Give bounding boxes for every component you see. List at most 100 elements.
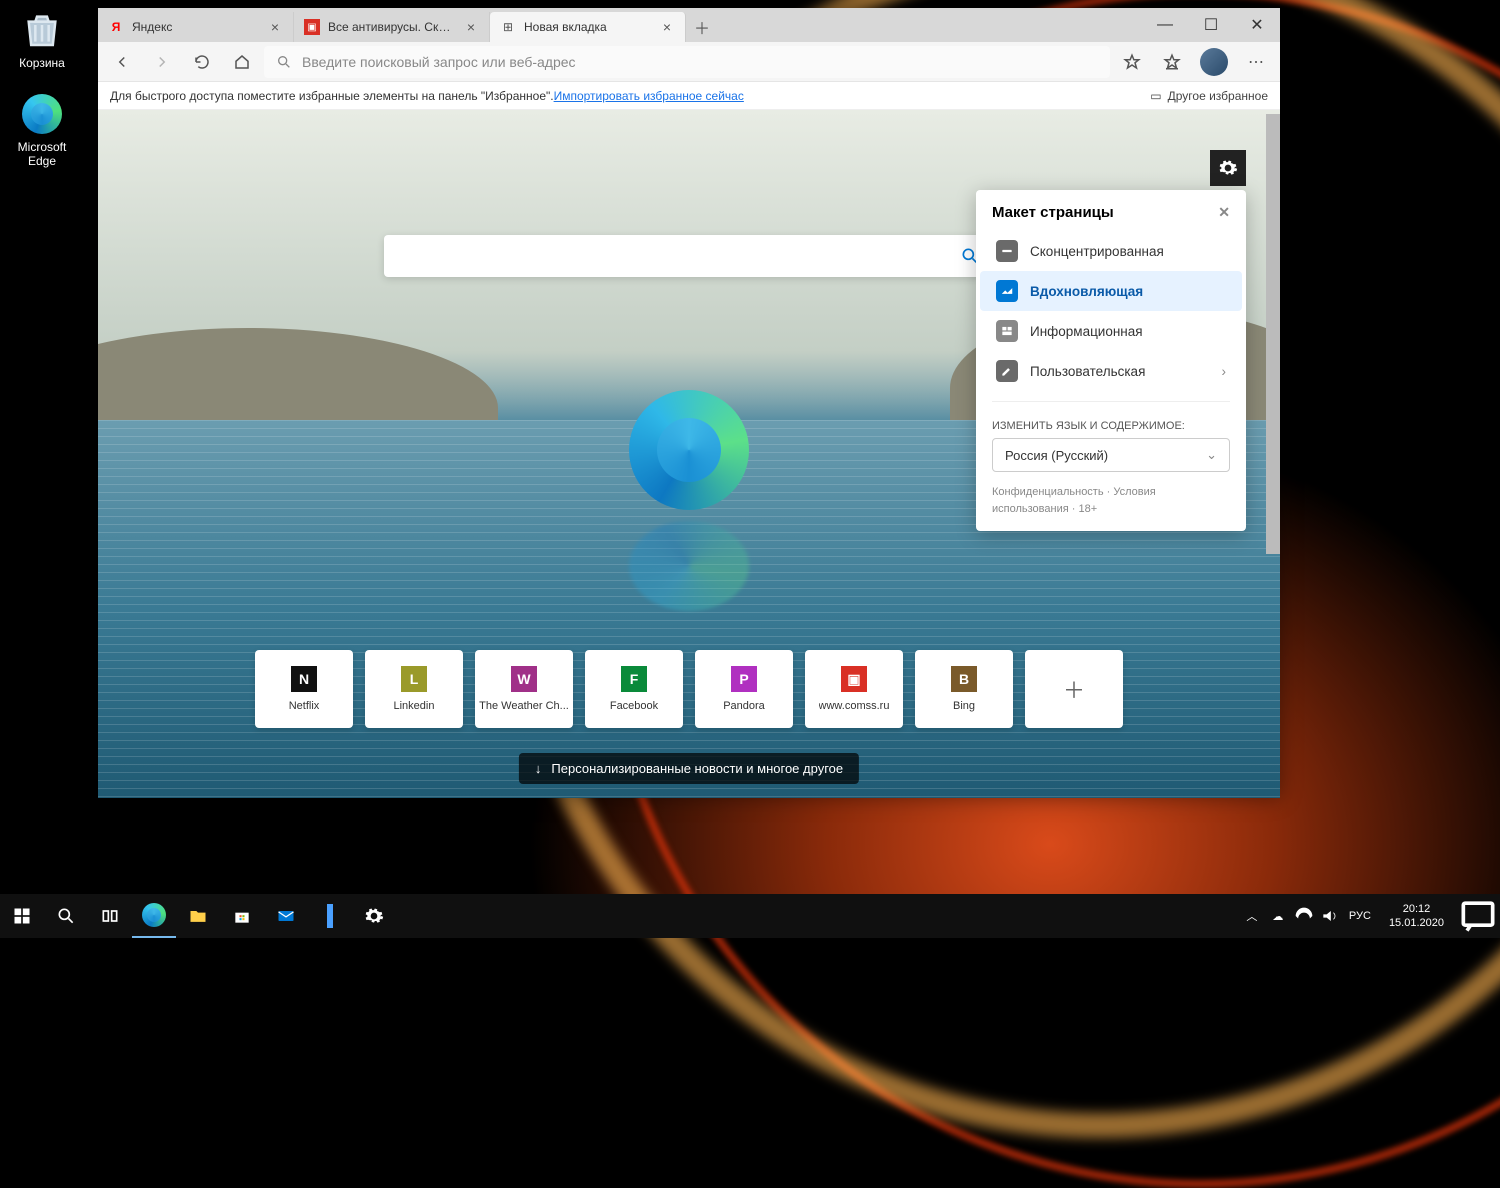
chevron-right-icon: › bbox=[1222, 364, 1227, 379]
tile-label: The Weather Ch... bbox=[479, 700, 569, 712]
search-button[interactable] bbox=[44, 894, 88, 938]
close-icon[interactable]: ✕ bbox=[1218, 204, 1230, 221]
favorite-star-button[interactable] bbox=[1114, 44, 1150, 80]
tile-comss[interactable]: ▣www.comss.ru bbox=[805, 650, 903, 728]
option-label: Сконцентрированная bbox=[1030, 244, 1164, 259]
import-favorites-link[interactable]: Импортировать избранное сейчас bbox=[554, 89, 744, 103]
tile-icon: F bbox=[621, 666, 647, 692]
maximize-button[interactable]: ☐ bbox=[1188, 8, 1234, 42]
toolbar: Введите поисковый запрос или веб-адрес ⋯ bbox=[98, 42, 1280, 82]
address-placeholder: Введите поисковый запрос или веб-адрес bbox=[302, 54, 576, 70]
scrollbar-thumb[interactable] bbox=[1266, 114, 1280, 554]
tray-language[interactable]: РУС bbox=[1343, 910, 1377, 922]
tile-label: Netflix bbox=[289, 700, 320, 712]
taskbar-settings[interactable] bbox=[352, 894, 396, 938]
taskbar-store[interactable] bbox=[220, 894, 264, 938]
task-view-button[interactable] bbox=[88, 894, 132, 938]
close-icon[interactable]: × bbox=[267, 19, 283, 35]
tab-yandex[interactable]: Я Яндекс × bbox=[98, 12, 294, 42]
close-icon[interactable]: × bbox=[659, 19, 675, 35]
taskbar-app[interactable] bbox=[308, 894, 352, 938]
layout-focus-icon bbox=[996, 240, 1018, 262]
layout-custom-icon bbox=[996, 360, 1018, 382]
tile-bing[interactable]: BBing bbox=[915, 650, 1013, 728]
favicon-icon: ▣ bbox=[304, 19, 320, 35]
layout-info-icon bbox=[996, 320, 1018, 342]
news-button-label: Персонализированные новости и многое дру… bbox=[551, 761, 843, 776]
taskbar-edge[interactable] bbox=[132, 894, 176, 938]
tile-icon: N bbox=[291, 666, 317, 692]
desktop-edge-shortcut[interactable]: Microsoft Edge bbox=[6, 92, 78, 168]
tile-add[interactable]: ＋ bbox=[1025, 650, 1123, 728]
layout-option-informational[interactable]: Информационная bbox=[980, 311, 1242, 351]
tray-onedrive-icon[interactable]: ☁ bbox=[1265, 894, 1291, 938]
tab-title: Все антивирусы. Скачать беспл bbox=[328, 20, 455, 34]
tile-icon: ▣ bbox=[841, 666, 867, 692]
tile-icon: L bbox=[401, 666, 427, 692]
back-button[interactable] bbox=[104, 44, 140, 80]
desktop-recycle-bin[interactable]: Корзина bbox=[6, 8, 78, 70]
favorites-bar: Для быстрого доступа поместите избранные… bbox=[98, 82, 1280, 110]
tile-icon: B bbox=[951, 666, 977, 692]
news-expand-button[interactable]: ↓ Персонализированные новости и многое д… bbox=[519, 753, 859, 784]
layout-option-custom[interactable]: Пользовательская › bbox=[980, 351, 1242, 391]
action-center-button[interactable] bbox=[1456, 894, 1500, 938]
tray-time: 20:12 bbox=[1389, 902, 1444, 916]
tab-new-tab[interactable]: ⊞ Новая вкладка × bbox=[490, 12, 686, 42]
favorites-menu-button[interactable] bbox=[1154, 44, 1190, 80]
forward-button[interactable] bbox=[144, 44, 180, 80]
favbar-hint: Для быстрого доступа поместите избранные… bbox=[110, 89, 554, 103]
tray-date: 15.01.2020 bbox=[1389, 916, 1444, 930]
tile-label: Facebook bbox=[610, 700, 658, 712]
tile-netflix[interactable]: N Netflix bbox=[255, 650, 353, 728]
tray-clock[interactable]: 20:12 15.01.2020 bbox=[1377, 902, 1456, 931]
edge-icon bbox=[142, 903, 166, 927]
gear-icon bbox=[1218, 158, 1238, 178]
close-button[interactable]: ✕ bbox=[1234, 8, 1280, 42]
edge-icon bbox=[20, 92, 64, 136]
option-label: Пользовательская bbox=[1030, 364, 1145, 379]
tab-strip: Я Яндекс × ▣ Все антивирусы. Скачать бес… bbox=[98, 8, 1280, 42]
refresh-button[interactable] bbox=[184, 44, 220, 80]
ntp-search-box[interactable] bbox=[384, 235, 994, 277]
layout-option-focused[interactable]: Сконцентрированная bbox=[980, 231, 1242, 271]
recycle-bin-label: Корзина bbox=[19, 56, 65, 70]
menu-button[interactable]: ⋯ bbox=[1238, 44, 1274, 80]
option-label: Вдохновляющая bbox=[1030, 284, 1143, 299]
tile-weather[interactable]: W The Weather Ch... bbox=[475, 650, 573, 728]
trash-icon bbox=[20, 8, 64, 52]
tray-volume-icon[interactable] bbox=[1317, 894, 1343, 938]
new-tab-button[interactable]: ＋ bbox=[686, 12, 718, 42]
flyout-title: Макет страницы bbox=[992, 204, 1114, 221]
profile-avatar[interactable] bbox=[1200, 48, 1228, 76]
tile-icon: W bbox=[511, 666, 537, 692]
chevron-down-icon: ↓ bbox=[535, 761, 542, 776]
address-bar[interactable]: Введите поисковый запрос или веб-адрес bbox=[264, 46, 1110, 78]
start-button[interactable] bbox=[0, 894, 44, 938]
plus-icon: ＋ bbox=[1063, 673, 1085, 705]
language-select[interactable]: Россия (Русский) ⌄ bbox=[992, 438, 1230, 472]
edge-label: Microsoft Edge bbox=[18, 140, 67, 168]
home-button[interactable] bbox=[224, 44, 260, 80]
tray-chevron-icon[interactable]: ︿ bbox=[1239, 894, 1265, 938]
tile-facebook[interactable]: F Facebook bbox=[585, 650, 683, 728]
system-tray: ︿ ☁ РУС 20:12 15.01.2020 bbox=[1239, 894, 1500, 938]
tile-linkedin[interactable]: L Linkedin bbox=[365, 650, 463, 728]
layout-option-inspirational[interactable]: Вдохновляющая bbox=[980, 271, 1242, 311]
tray-network-icon[interactable] bbox=[1291, 894, 1317, 938]
taskbar-explorer[interactable] bbox=[176, 894, 220, 938]
other-favorites-button[interactable]: Другое избранное bbox=[1168, 89, 1268, 103]
minimize-button[interactable]: — bbox=[1142, 8, 1188, 42]
tile-label: Linkedin bbox=[394, 700, 435, 712]
layout-inspire-icon bbox=[996, 280, 1018, 302]
edge-browser-window: Я Яндекс × ▣ Все антивирусы. Скачать бес… bbox=[98, 8, 1280, 798]
taskbar-mail[interactable] bbox=[264, 894, 308, 938]
tile-pandora[interactable]: PPandora bbox=[695, 650, 793, 728]
tab-antivirus[interactable]: ▣ Все антивирусы. Скачать беспл × bbox=[294, 12, 490, 42]
flyout-footer: Конфиденциальность · Условия использован… bbox=[976, 472, 1246, 517]
tab-title: Новая вкладка bbox=[524, 20, 651, 34]
language-value: Россия (Русский) bbox=[1005, 448, 1108, 463]
option-label: Информационная bbox=[1030, 324, 1143, 339]
page-settings-button[interactable] bbox=[1210, 150, 1246, 186]
close-icon[interactable]: × bbox=[463, 19, 479, 35]
